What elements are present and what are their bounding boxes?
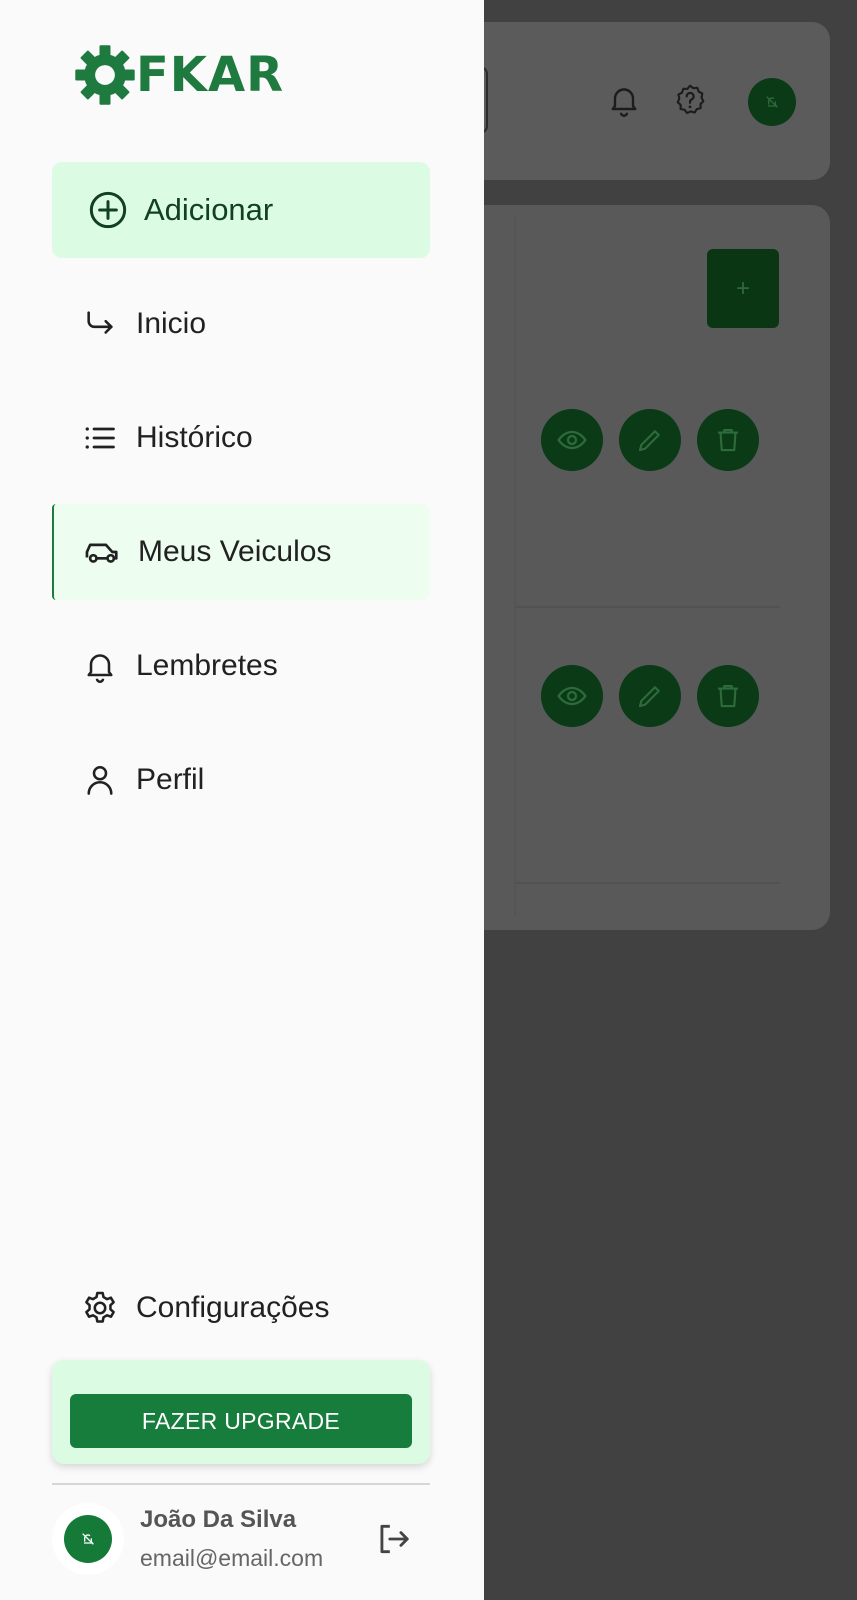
arrow-turn-icon	[80, 304, 120, 344]
nav-item-label: Meus Veiculos	[138, 535, 332, 568]
gear-icon	[80, 1288, 120, 1328]
eye-icon	[557, 430, 587, 450]
nav-item-label: Histórico	[136, 421, 253, 454]
nav-item-inicio[interactable]: Inicio	[52, 276, 430, 372]
background-delete-button	[697, 665, 759, 727]
nav-item-label: Configurações	[136, 1291, 330, 1324]
car-icon	[82, 532, 122, 572]
upgrade-button[interactable]: FAZER UPGRADE	[70, 1394, 412, 1448]
nav-item-label: Inicio	[136, 307, 207, 340]
nav-item-label: Perfil	[136, 763, 205, 796]
user-email: email@email.com	[140, 1545, 324, 1571]
avatar-circle	[64, 1515, 112, 1563]
background-add-button: +	[707, 249, 779, 328]
pencil-icon	[638, 430, 660, 452]
pencil-icon	[638, 686, 660, 708]
eye-icon	[557, 686, 587, 706]
nav-item-meus-veiculos[interactable]: Meus Veiculos	[52, 504, 430, 600]
upgrade-panel: FAZER UPGRADE	[52, 1360, 430, 1464]
nav-item-configuracoes[interactable]: Configurações	[52, 1260, 430, 1356]
background-card-divider	[514, 215, 516, 915]
nav-item-perfil[interactable]: Perfil	[52, 732, 430, 828]
logout-icon	[380, 1524, 409, 1554]
plus-circle-icon	[88, 190, 128, 230]
add-button[interactable]: Adicionar	[52, 162, 430, 258]
brand-logo[interactable]: FKAR	[70, 42, 284, 108]
help-icon	[676, 84, 705, 115]
background-edit-button	[619, 665, 681, 727]
background-view-button	[541, 409, 603, 471]
gear-logo-icon	[75, 45, 135, 105]
avatar[interactable]	[52, 1503, 124, 1575]
background-view-button	[541, 665, 603, 727]
nav-item-lembretes[interactable]: Lembretes	[52, 618, 430, 714]
add-label: Adicionar	[144, 192, 274, 227]
nav-item-historico[interactable]: Histórico	[52, 390, 430, 486]
user-name: João Da Silva	[140, 1506, 297, 1533]
bell-icon	[80, 646, 120, 686]
trash-icon	[718, 428, 738, 452]
divider	[52, 1483, 430, 1485]
list-icon	[80, 418, 120, 458]
navigation-drawer: FKAR Adicionar Inicio Histórico Meus Vei…	[0, 0, 484, 1600]
bell-off-icon	[766, 96, 778, 108]
background-edit-button	[619, 409, 681, 471]
bell-icon	[611, 88, 637, 117]
user-icon	[80, 760, 120, 800]
nav-item-label: Lembretes	[136, 649, 278, 682]
bell-off-icon	[82, 1533, 94, 1545]
background-row-divider	[516, 882, 780, 884]
trash-icon	[718, 684, 738, 708]
brand-name: FKAR	[136, 47, 285, 103]
background-row-divider	[516, 606, 780, 608]
background-avatar	[748, 78, 796, 126]
background-delete-button	[697, 409, 759, 471]
logout-button[interactable]	[372, 1518, 414, 1560]
